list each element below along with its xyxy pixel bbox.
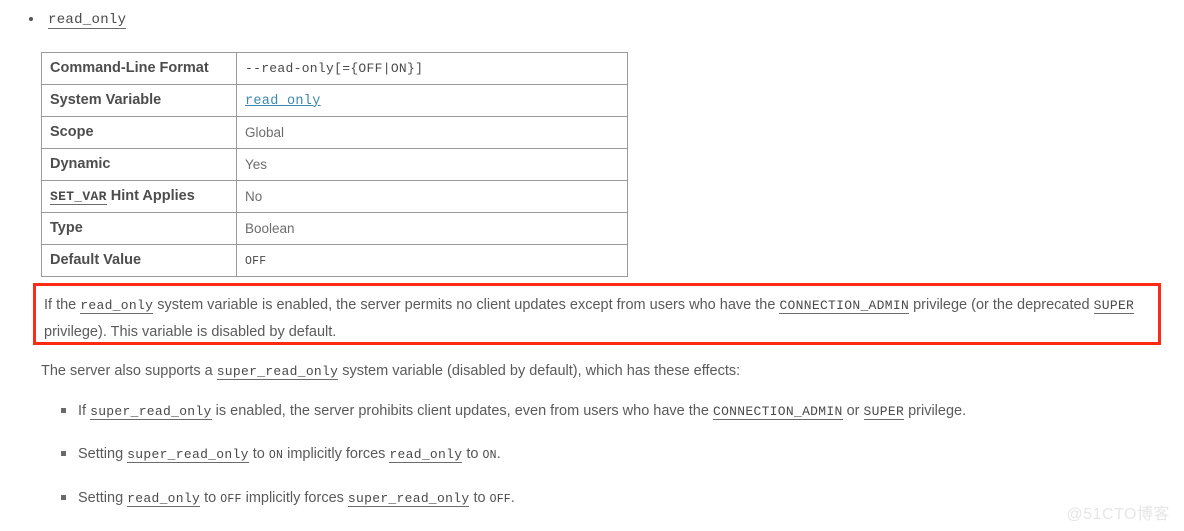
table-body: Command-Line Format --read-only[={OFF|ON… (41, 52, 628, 277)
table-row: Scope Global (41, 116, 628, 149)
text-fragment: . (496, 446, 501, 462)
label-text: Dynamic (50, 156, 111, 172)
label-text: Type (50, 220, 83, 236)
value-off: OFF (220, 493, 242, 506)
text-fragment: privilege (or the deprecated (909, 297, 1094, 313)
value-on: ON (482, 449, 497, 462)
effects-list: If super_read_only is enabled, the serve… (60, 400, 1160, 531)
text-fragment: If (78, 403, 91, 419)
row-value-dynamic: Yes (236, 148, 628, 181)
set-var-link[interactable]: SET_VAR (50, 189, 107, 205)
table-row: SET_VAR Hint Applies No (41, 180, 628, 213)
system-variable-link[interactable]: read_only (245, 94, 321, 109)
highlight-annotation-box: If the read_only system variable is enab… (33, 283, 1161, 345)
list-item: read_only (22, 8, 127, 31)
value-text: OFF (245, 255, 267, 268)
row-label-command-line-format: Command-Line Format (41, 52, 237, 85)
text-fragment: If the (44, 297, 81, 313)
text-fragment: Setting (78, 490, 128, 506)
row-label-set-var-hint-applies: SET_VAR Hint Applies (41, 180, 237, 213)
list-item: Setting read_only to OFF implicitly forc… (60, 487, 1160, 511)
list-item: Setting super_read_only to ON implicitly… (60, 443, 1160, 467)
text-fragment: privilege. (904, 403, 967, 419)
super-link[interactable]: SUPER (863, 404, 905, 420)
read-only-link[interactable]: read_only (389, 447, 463, 463)
table-row: Type Boolean (41, 212, 628, 245)
text-fragment: to (248, 446, 269, 462)
super-read-only-link[interactable]: super_read_only (216, 364, 339, 380)
row-label-type: Type (41, 212, 237, 245)
text-fragment: or (842, 403, 864, 419)
row-value-system-variable: read_only (236, 84, 628, 117)
read-only-link[interactable]: read_only (127, 491, 201, 507)
value-text: Boolean (245, 220, 295, 236)
row-label-dynamic: Dynamic (41, 148, 237, 181)
list-item: If super_read_only is enabled, the serve… (60, 400, 1160, 423)
table-row: Command-Line Format --read-only[={OFF|ON… (41, 52, 628, 85)
text-fragment: . (510, 490, 515, 506)
variable-properties-table: Command-Line Format --read-only[={OFF|ON… (41, 52, 628, 277)
super-read-only-link[interactable]: super_read_only (347, 491, 470, 507)
connection-admin-link[interactable]: CONNECTION_ADMIN (712, 404, 843, 420)
label-text: Hint Applies (110, 188, 195, 204)
value-on: ON (268, 449, 284, 462)
super-read-only-link[interactable]: super_read_only (90, 404, 212, 420)
row-label-default-value: Default Value (41, 244, 237, 277)
table-row: System Variable read_only (41, 84, 628, 117)
text-fragment: privilege). This variable is disabled by… (44, 324, 337, 340)
label-text: Default Value (50, 252, 142, 268)
label-text: System Variable (50, 92, 162, 108)
table-row: Default Value OFF (41, 244, 628, 277)
row-label-system-variable: System Variable (41, 84, 237, 117)
table-row: Dynamic Yes (41, 148, 628, 181)
text-fragment: implicitly forces (283, 446, 390, 462)
row-value-command-line-format: --read-only[={OFF|ON}] (236, 52, 628, 85)
variable-heading-list: read_only (22, 8, 127, 31)
document-page: read_only Command-Line Format --read-onl… (0, 0, 1184, 530)
text-fragment: to (200, 490, 221, 506)
value-text: No (245, 188, 263, 204)
text-fragment: Setting (78, 446, 128, 462)
read-only-link[interactable]: read_only (80, 298, 154, 314)
text-fragment: implicitly forces (241, 490, 348, 506)
super-read-only-link[interactable]: super_read_only (127, 447, 249, 463)
row-value-scope: Global (236, 116, 628, 149)
value-off: OFF (489, 493, 511, 506)
text-fragment: The server also supports a (41, 363, 217, 379)
text-fragment: system variable is enabled, the server p… (153, 297, 780, 313)
connection-admin-link[interactable]: CONNECTION_ADMIN (779, 298, 910, 314)
variable-name-link[interactable]: read_only (48, 12, 127, 29)
highlighted-paragraph: If the read_only system variable is enab… (44, 292, 1150, 346)
super-link[interactable]: SUPER (1093, 298, 1135, 314)
label-text: Scope (50, 124, 94, 140)
row-value-default-value: OFF (236, 244, 628, 277)
row-value-set-var-hint-applies: No (236, 180, 628, 213)
super-read-only-paragraph: The server also supports a super_read_on… (41, 360, 740, 383)
label-text: Command-Line Format (50, 60, 209, 76)
text-fragment: to (469, 490, 490, 506)
value-text: --read-only[={OFF|ON}] (245, 61, 424, 76)
row-value-type: Boolean (236, 212, 628, 245)
value-text: Yes (245, 156, 268, 172)
text-fragment: is enabled, the server prohibits client … (211, 403, 713, 419)
text-fragment: to (462, 446, 483, 462)
text-fragment: system variable (disabled by default), w… (338, 363, 741, 379)
value-text: Global (245, 124, 285, 140)
row-label-scope: Scope (41, 116, 237, 149)
watermark: @51CTO博客 (1066, 506, 1170, 523)
